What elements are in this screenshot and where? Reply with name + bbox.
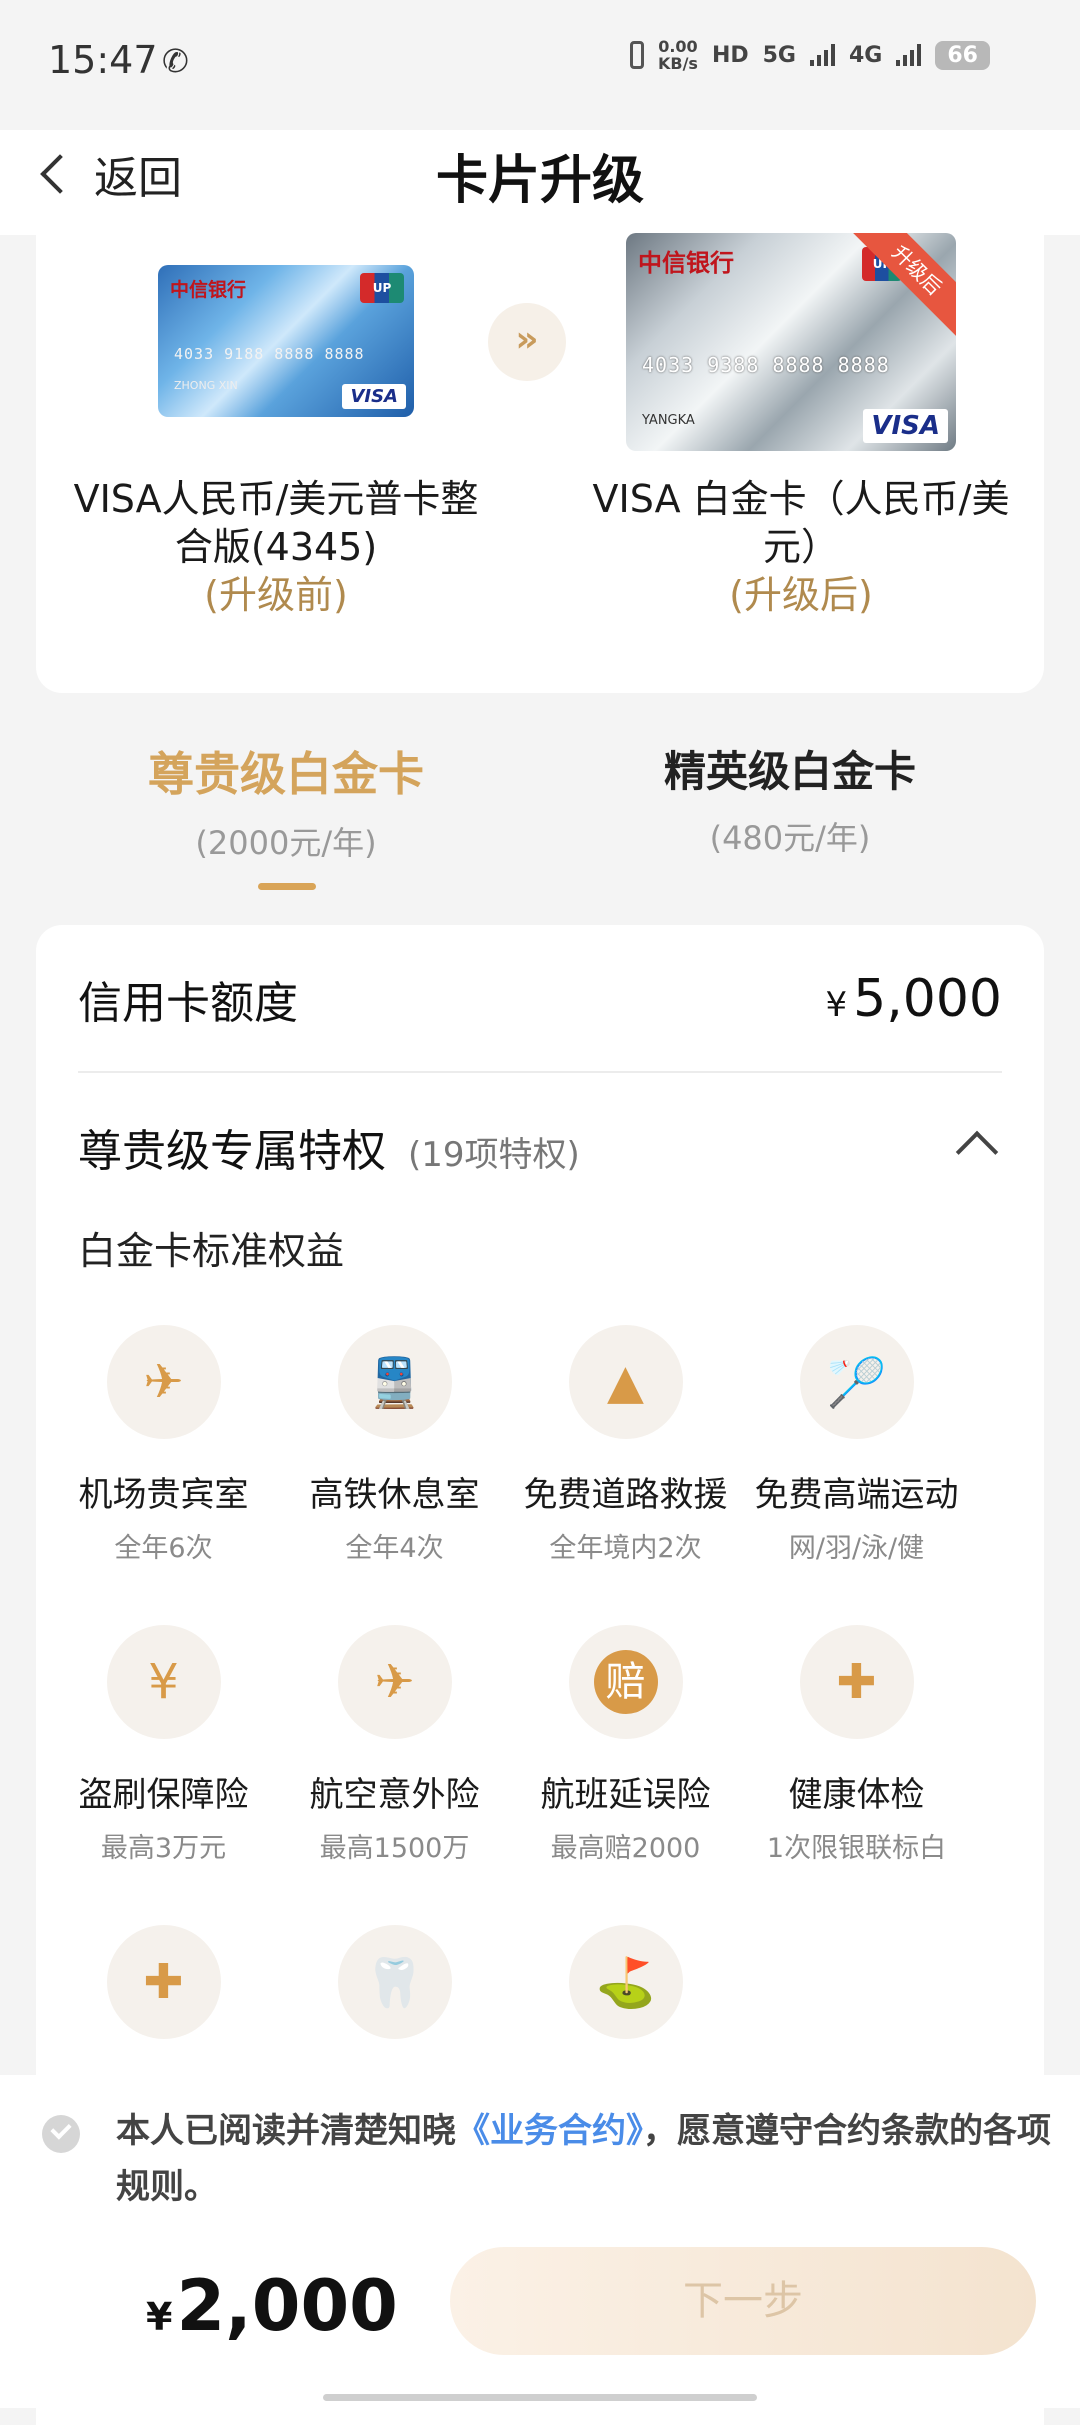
tier-name: 精英级白金卡 xyxy=(663,747,916,796)
tab-elite-platinum[interactable]: 精英级白金卡 (480元/年) xyxy=(540,738,1040,859)
medical-kit-icon: ✚ xyxy=(106,1925,221,2039)
benefit-sub: 网/羽/泳/健 xyxy=(788,1533,925,1564)
upgraded-card-image: 中信银行 UP 4033 9388 8888 8888 YANGKA VISA … xyxy=(626,233,956,451)
bank-logo: 中信银行 xyxy=(170,279,247,301)
upgraded-card-tag: (升级后) xyxy=(729,573,873,617)
benefit-sub: 全年境内2次 xyxy=(549,1533,702,1564)
page-title: 卡片升级 xyxy=(435,151,644,211)
upgraded-card-label: VISA 白金卡（人民币/美元） (升级后) xyxy=(566,475,1036,619)
signal-4g-icon: 4G xyxy=(849,42,883,68)
benefit-golf[interactable]: ⛳ xyxy=(510,1925,741,2039)
tab-premium-platinum[interactable]: 尊贵级白金卡 (2000元/年) xyxy=(36,738,536,864)
status-icons: 0.00 KB/s HD 5G 4G 66 xyxy=(629,37,990,73)
call-icon: ✆ xyxy=(162,42,189,80)
benefit-sub: 全年6次 xyxy=(114,1533,213,1564)
benefit-title: 盗刷保障险 xyxy=(78,1775,249,1815)
benefit-airport-lounge[interactable]: ✈ 机场贵宾室 全年6次 xyxy=(48,1325,279,1565)
benefit-flight-accident[interactable]: ✈ 航空意外险 最高1500万 xyxy=(279,1625,510,1865)
airplane-icon: ✈ xyxy=(106,1325,221,1439)
tooth-icon: 🦷 xyxy=(337,1925,452,2039)
tier-name: 尊贵级白金卡 xyxy=(148,747,424,801)
benefit-medical[interactable]: ✚ xyxy=(48,1925,279,2039)
credit-limit-label: 信用卡额度 xyxy=(78,978,298,1029)
signal-bars-icon xyxy=(810,44,835,66)
benefit-title: 航班延误险 xyxy=(540,1775,711,1815)
agreement-prefix: 本人已阅读并清楚知晓 xyxy=(116,2111,456,2151)
credit-limit-row: 信用卡额度 ¥5,000 xyxy=(78,967,1002,1031)
vibrate-icon xyxy=(629,41,644,69)
status-time: 15:47 xyxy=(48,38,158,82)
benefit-dental[interactable]: 🦷 xyxy=(279,1925,510,2039)
benefit-title: 高铁休息室 xyxy=(309,1475,480,1515)
next-button[interactable]: 下一步 xyxy=(450,2247,1036,2355)
credit-limit-value: ¥5,000 xyxy=(825,969,1002,1029)
benefit-title: 健康体检 xyxy=(788,1775,925,1815)
net-speed: 0.00 KB/s xyxy=(657,37,698,73)
shuttlecock-icon: 🏸 xyxy=(799,1325,914,1439)
benefit-title: 航空意外险 xyxy=(309,1775,480,1815)
visa-logo: VISA xyxy=(863,409,948,443)
privileges-label: 尊贵级专属特权 xyxy=(78,1126,386,1177)
benefit-sub: 最高赔2000 xyxy=(550,1833,701,1864)
tier-price: (2000元/年) xyxy=(195,824,377,862)
benefit-flight-delay[interactable]: 赔 航班延误险 最高赔2000 xyxy=(510,1625,741,1865)
tier-price: (480元/年) xyxy=(709,819,871,857)
current-card-image: 中信银行 UP 4033 9188 8888 8888 ZHONG XIN VI… xyxy=(158,265,414,417)
signal-bars-icon xyxy=(896,44,922,66)
card-number: 4033 9388 8888 8888 xyxy=(642,353,890,377)
divider xyxy=(78,1071,1002,1073)
double-chevron-right-icon: » xyxy=(488,303,566,381)
current-card-tag: (升级前) xyxy=(204,573,348,617)
benefit-sub: 全年4次 xyxy=(345,1533,444,1564)
benefit-title: 机场贵宾室 xyxy=(78,1475,249,1515)
traffic-cone-icon: ▲ xyxy=(568,1325,683,1439)
signal-5g-icon: 5G xyxy=(762,42,796,68)
nurse-icon: ✚ xyxy=(799,1625,914,1739)
privileges-count: (19项特权) xyxy=(408,1135,580,1175)
current-card-name: VISA人民币/美元普卡整合版(4345) xyxy=(73,477,479,569)
compensation-icon: 赔 xyxy=(568,1625,683,1739)
total-amount: ¥2,000 xyxy=(146,2265,398,2347)
benefit-sub: 1次限银联标白 xyxy=(766,1833,947,1864)
section-title: 白金卡标准权益 xyxy=(78,1229,345,1273)
nav-header: 返回 卡片升级 xyxy=(0,130,1080,235)
visa-logo: VISA xyxy=(342,384,406,409)
hd-icon: HD xyxy=(711,42,749,68)
benefit-road-rescue[interactable]: ▲ 免费道路救援 全年境内2次 xyxy=(510,1325,741,1565)
card-holder: YANGKA xyxy=(642,413,695,428)
benefit-fraud-insurance[interactable]: ¥ 盗刷保障险 最高3万元 xyxy=(48,1625,279,1865)
unionpay-logo: UP xyxy=(360,273,404,303)
bank-logo: 中信银行 xyxy=(638,249,734,277)
privileges-header[interactable]: 尊贵级专属特权 (19项特权) xyxy=(78,1115,1002,1179)
home-indicator[interactable] xyxy=(323,2394,757,2401)
bottom-bar: 本人已阅读并清楚知晓《业务合约》，愿意遵守合约条款的各项规则。 ¥2,000 下… xyxy=(0,2075,1080,2408)
golf-icon: ⛳ xyxy=(568,1925,683,2039)
benefit-sports[interactable]: 🏸 免费高端运动 网/羽/泳/健 xyxy=(741,1325,972,1565)
battery-icon: 66 xyxy=(935,40,990,70)
shield-yuan-icon: ¥ xyxy=(106,1625,221,1739)
benefit-title: 免费道路救援 xyxy=(523,1475,728,1515)
agreement-checkbox[interactable] xyxy=(42,2115,80,2153)
card-number: 4033 9188 8888 8888 xyxy=(174,345,365,363)
current-card-label: VISA人民币/美元普卡整合版(4345) (升级前) xyxy=(56,475,496,619)
active-tab-indicator xyxy=(258,883,316,890)
benefit-sub: 最高1500万 xyxy=(319,1833,470,1864)
broken-plane-icon: ✈ xyxy=(337,1625,452,1739)
card-holder: ZHONG XIN xyxy=(174,379,238,392)
card-upgrade-panel: 中信银行 UP 4033 9188 8888 8888 ZHONG XIN VI… xyxy=(36,233,1044,693)
status-bar: 15:47 ✆ 0.00 KB/s HD 5G 4G 66 xyxy=(0,0,1080,130)
train-icon: 🚆 xyxy=(337,1325,452,1439)
upgraded-card-name: VISA 白金卡（人民币/美元） xyxy=(592,477,1010,569)
chevron-up-icon[interactable] xyxy=(955,1130,999,1174)
agreement-text: 本人已阅读并清楚知晓《业务合约》，愿意遵守合约条款的各项规则。 xyxy=(116,2103,1076,2215)
benefit-railway-lounge[interactable]: 🚆 高铁休息室 全年4次 xyxy=(279,1325,510,1565)
contract-link[interactable]: 《业务合约》 xyxy=(456,2111,643,2151)
benefit-sub: 最高3万元 xyxy=(100,1833,227,1864)
tier-tabs: 尊贵级白金卡 (2000元/年) 精英级白金卡 (480元/年) xyxy=(0,720,1080,900)
benefit-health-check[interactable]: ✚ 健康体检 1次限银联标白 xyxy=(741,1625,972,1865)
benefit-title: 免费高端运动 xyxy=(754,1475,959,1515)
